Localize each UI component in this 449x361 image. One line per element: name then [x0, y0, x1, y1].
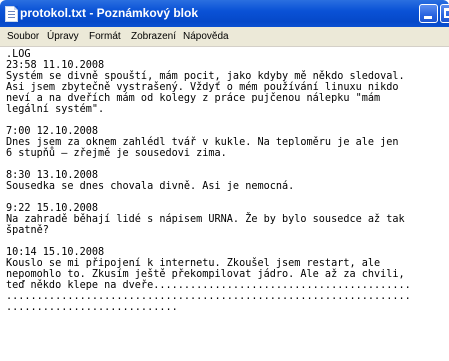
text-line: nepomohlo to. Zkusím ještě překompilovat… — [6, 269, 405, 280]
text-line: Kouslo se mi připojení k internetu. Zkou… — [6, 258, 381, 269]
menu-format[interactable]: Formát — [89, 31, 121, 42]
text-line: 23:58 11.10.2008 — [6, 60, 105, 71]
text-line: Systém se divně spouští, mám pocit, jako… — [6, 71, 405, 82]
text-line: Na zahradě běhají lidé s nápisem URNA. Ž… — [6, 214, 405, 225]
text-line: Dnes jsem za oknem zahlédl tvář v kukle.… — [6, 137, 399, 148]
menu-upravy[interactable]: Úpravy — [47, 31, 79, 42]
text-line: legální systém". — [6, 104, 105, 115]
text-editor-area[interactable]: .LOG 23:58 11.10.2008 Systém se divně sp… — [0, 47, 449, 361]
text-line: teď někdo klepe na dveře................… — [6, 280, 411, 291]
menu-zobrazeni[interactable]: Zobrazení — [131, 31, 176, 42]
menu-napoveda[interactable]: Nápověda — [183, 31, 229, 42]
notepad-icon[interactable] — [5, 6, 18, 22]
minimize-icon — [424, 16, 432, 19]
minimize-button[interactable] — [419, 4, 438, 23]
text-line: ............................ — [6, 302, 178, 313]
maximize-icon — [444, 8, 449, 18]
icon-line — [8, 11, 15, 12]
page-fold — [14, 6, 18, 10]
text-line: Sousedka se dnes chovala divně. Asi je n… — [6, 181, 295, 192]
text-line: 9:22 15.10.2008 — [6, 203, 99, 214]
text-line: 10:14 15.10.2008 — [6, 247, 105, 258]
text-line: špatně? — [6, 225, 49, 236]
text-line: ........................................… — [6, 291, 411, 302]
icon-line — [8, 14, 15, 15]
title-bar[interactable]: protokol.txt - Poznámkový blok — [0, 0, 449, 27]
text-line: 8:30 13.10.2008 — [6, 170, 99, 181]
notepad-window: protokol.txt - Poznámkový blok Soubor Úp… — [0, 0, 449, 361]
text-line: 6 stupňů – zřejmě je sousedovi zima. — [6, 148, 227, 159]
text-line: 7:00 12.10.2008 — [6, 126, 99, 137]
text-line: Asi jsem zbytečně vystrašený. Vždyť o mé… — [6, 82, 399, 93]
text-line: .LOG — [6, 49, 31, 60]
menu-soubor[interactable]: Soubor — [7, 31, 39, 42]
maximize-button[interactable] — [440, 4, 449, 23]
icon-line — [8, 17, 15, 18]
text-line: neví a na dveřích mám od kolegy z práce … — [6, 93, 381, 104]
menu-bar: Soubor Úpravy Formát Zobrazení Nápověda — [0, 27, 449, 47]
window-title: protokol.txt - Poznámkový blok — [20, 6, 199, 20]
